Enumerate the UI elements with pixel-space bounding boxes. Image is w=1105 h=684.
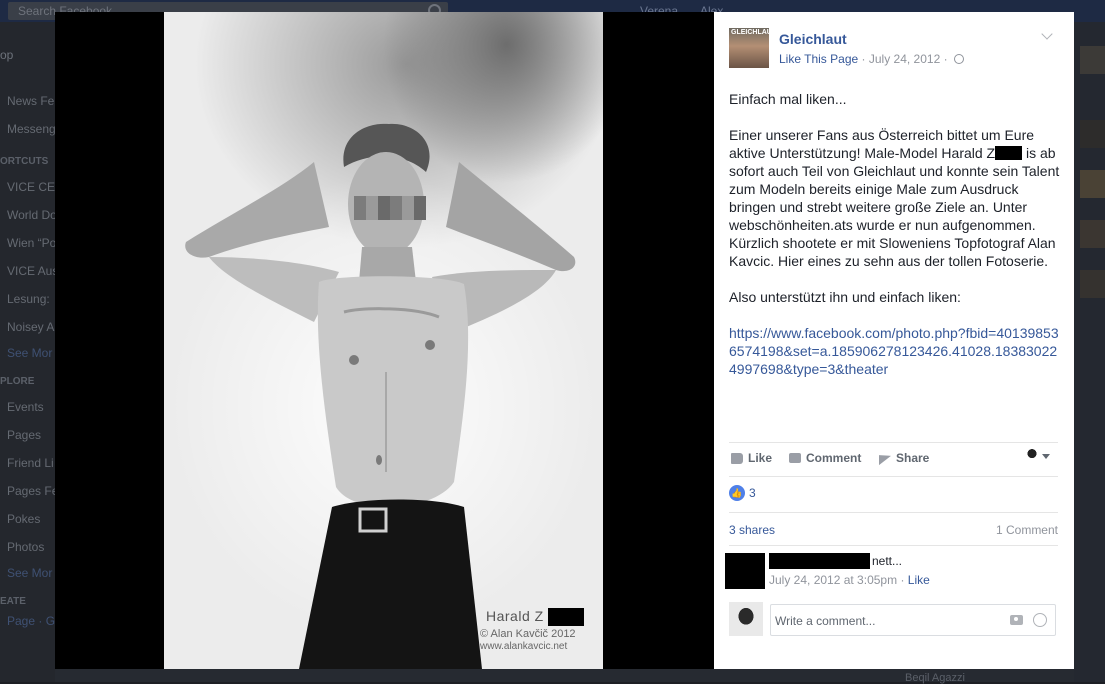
smiley-icon[interactable] [1033, 613, 1047, 627]
sidebar-item: Noisey A [7, 320, 55, 334]
sidebar-thumbnail [1080, 270, 1105, 298]
meta-separator: · [900, 573, 908, 587]
comment-like-link[interactable]: Like [908, 573, 930, 587]
comments-count-link[interactable]: 1 Comment [996, 523, 1058, 537]
comment-button-label: Comment [806, 451, 862, 465]
post-meta: Like This Page · July 24, 2012 · [779, 52, 964, 66]
page-avatar[interactable]: GLEICHLAUT [729, 28, 776, 68]
like-page-link[interactable]: Like This Page [779, 52, 858, 66]
sidebar-item: Messeng [7, 122, 55, 136]
share-button[interactable]: Share [879, 450, 930, 466]
sidebar-item: Photos [7, 540, 45, 554]
post-link[interactable]: https://www.facebook.com/photo.php?fbid=… [729, 325, 1059, 377]
sidebar-item: Events [7, 400, 44, 414]
sidebar-item: Pages [7, 428, 42, 442]
photo-watermark-url: www.alankavcic.net [480, 641, 568, 652]
photo-viewer: Harald Z © Alan Kavčič 2012 www.alankavc… [55, 12, 1074, 669]
post-date[interactable]: July 24, 2012 [869, 52, 940, 66]
redaction-box [995, 146, 1023, 160]
sidebar-thumbnail [1080, 170, 1105, 198]
model-figure [185, 123, 576, 669]
divider [729, 545, 1058, 546]
shares-link[interactable]: 3 shares [729, 523, 775, 537]
like-button-label: Like [748, 451, 773, 465]
background-contact-name: Beqil Agazzi [905, 672, 965, 684]
meta-separator: · [861, 52, 869, 66]
sidebar-item: VICE CE [7, 180, 55, 194]
face-blur [354, 196, 426, 220]
comment-icon [789, 453, 801, 463]
write-comment-input[interactable] [771, 605, 1007, 637]
commenter-name-redacted[interactable] [769, 553, 870, 569]
post-paragraph: Einfach mal liken... [729, 91, 847, 107]
photo-copyright: © Alan Kavčič 2012 [480, 628, 576, 640]
post-actions: Like Comment Share [729, 448, 1058, 468]
caret-down-icon [1042, 453, 1050, 459]
user-avatar-icon [1025, 448, 1039, 464]
globe-icon [953, 54, 964, 64]
sidebar-header: ORTCUTS [0, 156, 49, 167]
photo-stage[interactable]: Harald Z © Alan Kavčič 2012 www.alankavc… [55, 12, 714, 669]
like-button[interactable]: Like [731, 451, 772, 465]
redaction-box [548, 608, 584, 626]
page-name-link[interactable]: Gleichlaut [779, 31, 847, 47]
divider [729, 476, 1058, 477]
divider [729, 512, 1058, 513]
sidebar-header: EATE [0, 596, 26, 607]
chevron-down-icon[interactable] [1041, 28, 1053, 40]
sidebar-item: News Fe [7, 94, 55, 108]
comment-time[interactable]: July 24, 2012 at 3:05pm [769, 573, 897, 587]
sidebar-see-more: See Mor [7, 566, 53, 580]
comment-meta: July 24, 2012 at 3:05pm · Like [769, 573, 930, 587]
comment-item: nett... July 24, 2012 at 3:05pm · Like [725, 553, 1061, 593]
share-icon [879, 450, 891, 466]
thumbs-up-icon [731, 452, 743, 464]
sidebar-item: Lesung: [7, 292, 50, 306]
post-as-selector[interactable] [1025, 448, 1050, 464]
post-paragraph: Also unterstützt ihn und einfach liken: [729, 289, 961, 305]
post-paragraph-part: is ab sofort auch Teil von Gleichlaut un… [729, 145, 1060, 269]
commenter-avatar-redacted[interactable] [725, 553, 765, 589]
left-sidebar: op News Fe Messeng ORTCUTS VICE CE World… [0, 22, 55, 682]
sidebar-thumbnail [1080, 120, 1105, 148]
post-panel: GLEICHLAUT Gleichlaut Like This Page · J… [714, 12, 1074, 669]
sidebar-label: op [0, 48, 14, 62]
divider [729, 442, 1058, 443]
sidebar-header: PLORE [0, 376, 35, 387]
sidebar-item: Pokes [7, 512, 41, 526]
sidebar-see-more: See Mor [7, 346, 53, 360]
post-paragraph-part: Einer unserer Fans aus Österreich bittet… [729, 127, 1035, 161]
sidebar-item: Friend Li [7, 456, 54, 470]
sidebar-thumbnail [1080, 46, 1105, 74]
sidebar-thumbnail [1080, 220, 1105, 248]
comment-text: nett... [872, 554, 903, 568]
sidebar-item: VICE Aus [7, 264, 55, 278]
sidebar-item: World Do [7, 208, 55, 222]
page-avatar-label: GLEICHLAUT [731, 29, 777, 36]
camera-icon[interactable] [1010, 615, 1023, 625]
post-photo[interactable]: Harald Z © Alan Kavčič 2012 www.alankavc… [164, 12, 603, 669]
sidebar-item: Wien “Po [7, 236, 55, 250]
like-reaction-icon: 👍 [729, 485, 745, 501]
comment-button[interactable]: Comment [789, 451, 861, 465]
photo-caption-name: Harald Z [486, 608, 544, 624]
reaction-summary[interactable]: 👍 3 [729, 485, 756, 501]
like-count[interactable]: 3 [749, 486, 756, 500]
share-button-label: Share [896, 451, 930, 465]
sidebar-create-links: Page · Gr [7, 614, 55, 628]
comment-box [770, 604, 1056, 637]
meta-separator: · [943, 52, 951, 66]
post-paragraph: Einer unserer Fans aus Österreich bittet… [729, 126, 1061, 270]
sidebar-item: Pages Fe [7, 484, 55, 498]
post-text: Einfach mal liken... Einer unserer Fans … [729, 90, 1061, 396]
current-user-avatar [729, 602, 763, 636]
